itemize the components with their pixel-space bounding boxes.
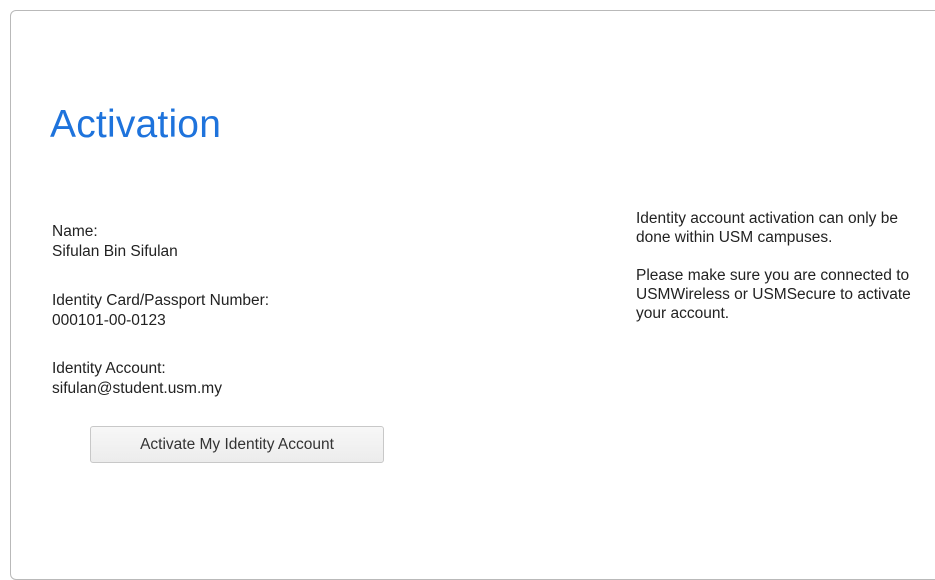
page-title: Activation [50,103,222,146]
identity-card-label: Identity Card/Passport Number: [52,292,270,309]
identity-card-field: Identity Card/Passport Number: 000101-00… [52,291,269,331]
notice-campus-text: Identity account activation can only be … [636,210,898,246]
name-label: Name: [52,223,98,240]
activation-notice: Identity account activation can only be … [636,209,921,342]
identity-account-label: Identity Account: [52,360,166,377]
notice-network-text: Please make sure you are connected to US… [636,267,911,322]
identity-card-value: 000101-00-0123 [52,312,166,329]
identity-account-field: Identity Account: sifulan@student.usm.my [52,359,222,399]
activation-panel: Activation Name: Sifulan Bin Sifulan Ide… [10,10,935,580]
name-value: Sifulan Bin Sifulan [52,243,178,260]
identity-account-value: sifulan@student.usm.my [52,380,222,397]
activate-account-button[interactable]: Activate My Identity Account [90,426,384,463]
name-field: Name: Sifulan Bin Sifulan [52,222,178,262]
